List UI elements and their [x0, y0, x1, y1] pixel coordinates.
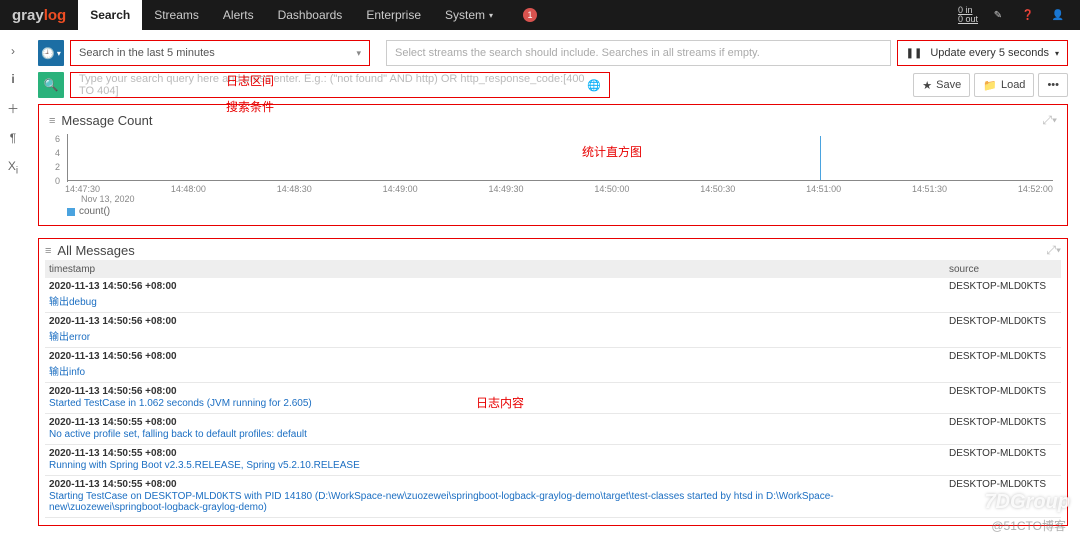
message-source: DESKTOP-MLD0KTS	[949, 316, 1057, 343]
ytick: 6	[55, 134, 60, 144]
message-text: 输出debug	[49, 293, 949, 308]
streams-select[interactable]: Select streams the search should include…	[386, 40, 891, 66]
histogram-chart[interactable]: 6 4 2 0 14:47:3014:48:0014:48:3014:49:00…	[49, 134, 1057, 204]
rail-info-icon[interactable]: i	[11, 72, 14, 86]
messages-panel: ≡ All Messages ⤢▾ timestamp source 2020-…	[38, 238, 1068, 526]
nav-system[interactable]: System ▾	[433, 0, 505, 30]
nav-streams[interactable]: Streams	[142, 0, 211, 30]
annotation-query: 搜索条件	[226, 98, 274, 115]
throughput-indicator: 0 in0 out	[958, 6, 978, 24]
rail-plus-icon[interactable]: ＋	[7, 100, 19, 117]
annotation-range: 日志区间	[226, 72, 274, 89]
save-button[interactable]: ★ Save	[913, 73, 970, 97]
messages-title: All Messages	[57, 243, 134, 258]
expand-icon[interactable]: ⤢▾	[1046, 243, 1061, 258]
message-source: DESKTOP-MLD0KTS	[949, 351, 1057, 378]
search-row-2: 🔍 Type your search query here and press …	[38, 72, 1068, 98]
nav-search[interactable]: Search	[78, 0, 142, 30]
message-timestamp: 2020-11-13 14:50:55 +08:00	[49, 417, 949, 428]
time-cursor	[820, 136, 821, 180]
message-text: 输出error	[49, 328, 949, 343]
nav-alerts[interactable]: Alerts	[211, 0, 266, 30]
top-nav: graylog Search Streams Alerts Dashboards…	[0, 0, 1080, 30]
auto-refresh-select[interactable]: ❚❚ Update every 5 seconds ▾	[897, 40, 1068, 66]
rail-xi-icon[interactable]: Xi	[8, 159, 18, 176]
message-timestamp: 2020-11-13 14:50:56 +08:00	[49, 281, 949, 292]
rail-expand-icon[interactable]: ›	[11, 44, 15, 58]
message-row[interactable]: 2020-11-13 14:50:55 +08:00Starting TestC…	[45, 476, 1061, 518]
user-icon[interactable]: 👤	[1048, 5, 1068, 25]
chart-legend: count()	[49, 206, 1057, 217]
search-button[interactable]: 🔍	[38, 72, 64, 98]
nav-dashboards[interactable]: Dashboards	[266, 0, 355, 30]
message-row[interactable]: 2020-11-13 14:50:55 +08:00No active prof…	[45, 414, 1061, 445]
x-date: Nov 13, 2020	[81, 194, 135, 204]
time-range-type-button[interactable]: 🕘	[38, 40, 64, 66]
message-timestamp: 2020-11-13 14:50:55 +08:00	[49, 448, 949, 459]
message-source: DESKTOP-MLD0KTS	[949, 417, 1057, 440]
message-text: Starting TestCase on DESKTOP-MLD0KTS wit…	[49, 491, 949, 513]
message-timestamp: 2020-11-13 14:50:56 +08:00	[49, 316, 949, 327]
x-ticks: 14:47:3014:48:0014:48:3014:49:0014:49:30…	[65, 184, 1053, 194]
query-placeholder: Type your search query here and press en…	[79, 73, 601, 97]
message-row[interactable]: 2020-11-13 14:50:56 +08:00输出errorDESKTOP…	[45, 313, 1061, 348]
message-text: Running with Spring Boot v2.3.5.RELEASE,…	[49, 460, 949, 471]
nav-notifications[interactable]: 1	[505, 0, 549, 30]
message-source: DESKTOP-MLD0KTS	[949, 386, 1057, 409]
message-source: DESKTOP-MLD0KTS	[949, 281, 1057, 308]
globe-icon[interactable]: 🌐	[587, 79, 601, 92]
auto-refresh-label: Update every 5 seconds	[930, 47, 1049, 59]
message-row[interactable]: 2020-11-13 14:50:56 +08:00Started TestCa…	[45, 383, 1061, 414]
edit-icon[interactable]: ✎	[988, 5, 1008, 25]
help-icon[interactable]: ❓	[1018, 5, 1038, 25]
expand-icon[interactable]: ⤢▾	[1042, 113, 1057, 128]
caret-down-icon: ▾	[489, 11, 493, 20]
main: 🕘 Search in the last 5 minutes ▾ Select …	[26, 30, 1080, 548]
panel-menu-icon[interactable]: ≡	[45, 245, 51, 257]
col-timestamp[interactable]: timestamp	[49, 264, 949, 275]
message-timestamp: 2020-11-13 14:50:55 +08:00	[49, 479, 949, 490]
more-button[interactable]: •••	[1038, 73, 1068, 97]
caret-down-icon: ▾	[1055, 49, 1059, 58]
legend-swatch	[67, 208, 75, 216]
annotation-messages: 日志内容	[476, 394, 524, 411]
ytick: 2	[55, 162, 60, 172]
streams-placeholder: Select streams the search should include…	[395, 47, 760, 59]
message-row[interactable]: 2020-11-13 14:50:56 +08:00输出infoDESKTOP-…	[45, 348, 1061, 383]
time-range-label: Search in the last 5 minutes	[79, 47, 215, 59]
save-load-group: ★ Save 📁 Load •••	[913, 73, 1068, 97]
ytick: 0	[55, 176, 60, 186]
message-text: 输出info	[49, 363, 949, 378]
rail-pilcrow-icon[interactable]: ¶	[10, 131, 16, 145]
nav-items: Search Streams Alerts Dashboards Enterpr…	[78, 0, 549, 30]
message-row[interactable]: 2020-11-13 14:50:55 +08:00Running with S…	[45, 445, 1061, 476]
wechat-icon	[958, 494, 980, 512]
pause-icon: ❚❚	[906, 48, 923, 59]
time-range-select[interactable]: Search in the last 5 minutes ▾	[70, 40, 370, 66]
left-rail: › i ＋ ¶ Xi	[0, 30, 26, 548]
message-timestamp: 2020-11-13 14:50:56 +08:00	[49, 351, 949, 362]
top-right: 0 in0 out ✎ ❓ 👤	[946, 0, 1080, 30]
ytick: 4	[55, 148, 60, 158]
caret-down-icon: ▾	[356, 48, 361, 59]
message-text: No active profile set, falling back to d…	[49, 429, 949, 440]
annotation-histogram: 统计直方图	[582, 143, 642, 160]
search-row-1: 🕘 Search in the last 5 minutes ▾ Select …	[38, 40, 1068, 66]
messages-header-row: timestamp source	[45, 260, 1061, 278]
watermark-group: 7DGroup	[958, 491, 1070, 514]
histogram-title: Message Count	[61, 113, 152, 128]
col-source[interactable]: source	[949, 264, 1057, 275]
message-source: DESKTOP-MLD0KTS	[949, 448, 1057, 471]
brand-logo: graylog	[0, 0, 78, 30]
query-input[interactable]: Type your search query here and press en…	[70, 72, 610, 98]
watermark-blog: @51CTO博客	[991, 517, 1066, 534]
message-row[interactable]: 2020-11-13 14:50:56 +08:00输出debugDESKTOP…	[45, 278, 1061, 313]
load-button[interactable]: 📁 Load	[974, 73, 1034, 97]
nav-enterprise[interactable]: Enterprise	[354, 0, 433, 30]
messages-body: 2020-11-13 14:50:56 +08:00输出debugDESKTOP…	[45, 278, 1061, 518]
histogram-panel: ≡ Message Count ⤢▾ 6 4 2 0 14:47:3014:48…	[38, 104, 1068, 226]
notification-badge: 1	[523, 8, 537, 22]
panel-menu-icon[interactable]: ≡	[49, 115, 55, 127]
nav-system-label: System	[445, 8, 485, 22]
